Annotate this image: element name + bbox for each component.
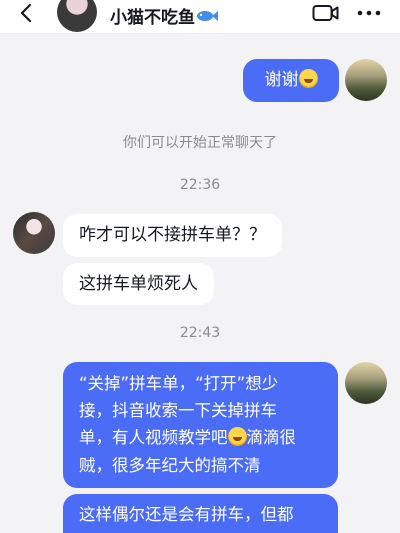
system-notice: 你们可以开始正常聊天了	[123, 135, 277, 151]
laughing-emoji-icon	[298, 69, 318, 88]
message-line: 接，抖音收索一下关掉拼车	[79, 401, 277, 421]
laughing-emoji-icon	[227, 427, 247, 447]
message-text: 这样偶尔还是会有拼车，但都	[79, 505, 294, 524]
contact-name-text: 小猫不吃鱼	[110, 8, 195, 28]
message-bubble-outgoing[interactable]: 谢谢	[243, 59, 339, 102]
message-line: 单，有人视频教学吧 滴滴很	[79, 424, 324, 451]
more-dots-icon[interactable]	[356, 4, 382, 22]
message-bubble-incoming[interactable]: 咋才可以不接拼车单？？	[63, 214, 282, 257]
message-bubble-outgoing[interactable]: 这样偶尔还是会有拼车，但都	[63, 494, 338, 533]
message-text: 单，有人视频教学吧	[79, 428, 228, 448]
self-avatar[interactable]	[345, 362, 387, 404]
message-line: 贼，很多年纪大的搞不清	[79, 455, 261, 475]
self-avatar[interactable]	[345, 59, 387, 101]
back-button[interactable]	[16, 3, 36, 23]
message-line: “关掉”拼车单，“打开”想少	[79, 374, 279, 393]
message-text: 咋才可以不接拼车单？？	[79, 225, 266, 245]
message-text: 滴滴很	[246, 428, 297, 448]
timestamp: 22:36	[179, 177, 221, 193]
message-text: 这拼车单烦死人	[79, 274, 198, 294]
chat-header: 小猫不吃鱼	[0, 0, 400, 34]
chevron-left-icon	[20, 3, 32, 23]
message-bubble-incoming[interactable]: 这拼车单烦死人	[63, 263, 214, 305]
message-bubble-outgoing[interactable]: “关掉”拼车单，“打开”想少 接，抖音收索一下关掉拼车 单，有人视频教学吧 滴滴很…	[63, 362, 338, 488]
contact-avatar-small[interactable]	[13, 212, 55, 254]
timestamp: 22:43	[179, 325, 221, 341]
contact-name[interactable]: 小猫不吃鱼	[110, 3, 218, 28]
message-text: 谢谢	[264, 70, 299, 90]
contact-avatar[interactable]	[57, 0, 97, 32]
video-camera-icon[interactable]	[312, 4, 339, 22]
fish-icon	[197, 11, 218, 21]
